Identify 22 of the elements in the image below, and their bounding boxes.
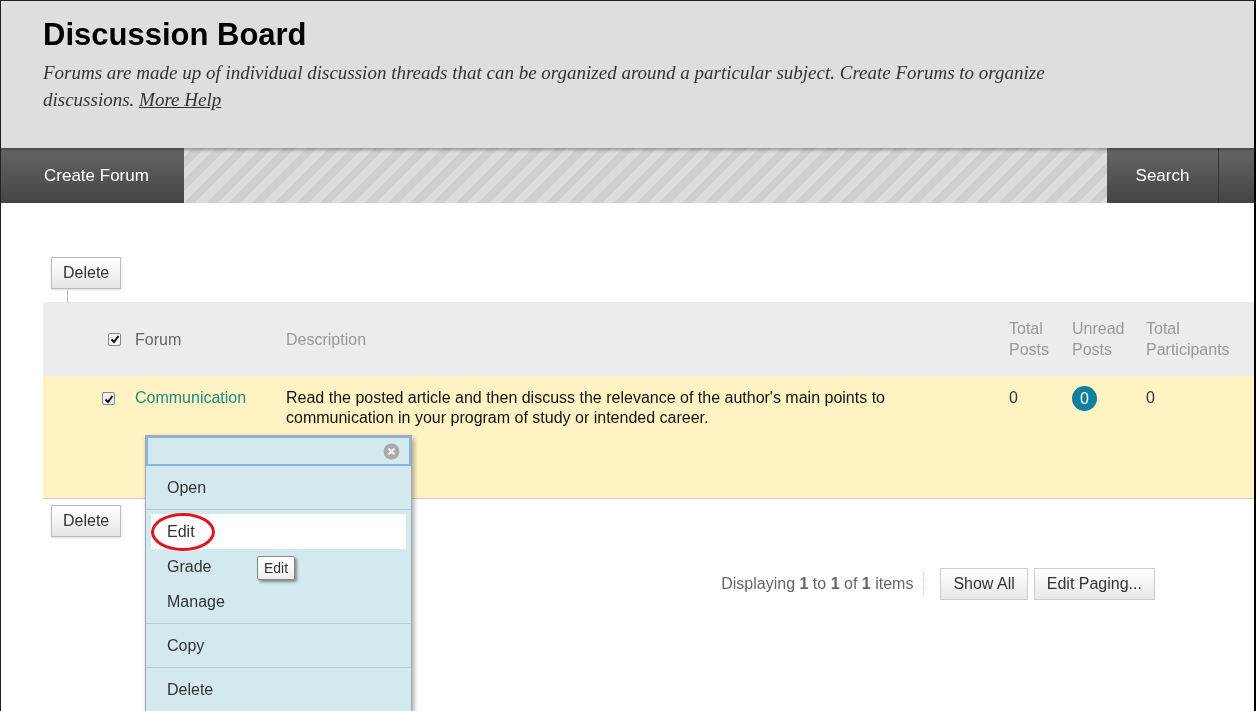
page-title: Discussion Board: [43, 17, 308, 53]
menu-item[interactable]: Copy: [151, 628, 221, 663]
tooltip: Edit: [257, 556, 296, 580]
delete-button[interactable]: Delete: [51, 505, 122, 537]
menu-item[interactable]: Delete: [151, 672, 230, 707]
more-help-link[interactable]: More Help: [139, 89, 222, 110]
menu-item[interactable]: Edit: [151, 514, 406, 549]
show-all-button[interactable]: Show All: [940, 568, 1028, 600]
create-forum-button[interactable]: Create Forum: [1, 148, 184, 203]
column-header[interactable]: Forum: [135, 328, 182, 350]
unread-count-badge[interactable]: 0: [1072, 386, 1097, 411]
menu-item[interactable]: Grade: [151, 549, 228, 584]
page-description: Forums are made up of individual discussion threads that can be organized around a particular subject. Create Forums to organize discussions. More Help: [43, 61, 1046, 112]
edit-paging-button[interactable]: Edit Paging...: [1033, 568, 1155, 600]
paging-status: Displaying 1 to 1 of 1 items: [721, 572, 925, 596]
delete-button[interactable]: Delete: [51, 257, 122, 289]
menu-item[interactable]: Manage: [151, 584, 241, 619]
search-button[interactable]: Search: [1107, 148, 1219, 203]
forum-link[interactable]: Communication: [135, 389, 247, 406]
table-cell: 0: [1146, 389, 1155, 406]
table-cell: Read the posted article and then discuss the relevance of the author's main points to communication in your program of study or intended career.: [286, 389, 885, 426]
table-cell: 0: [1009, 389, 1018, 406]
